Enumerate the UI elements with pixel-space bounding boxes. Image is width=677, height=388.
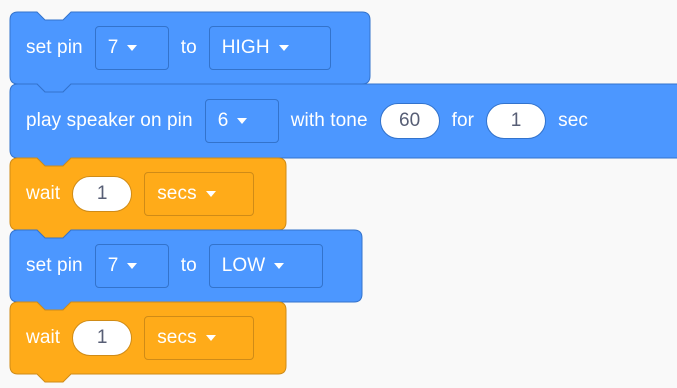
state-value: HIGH xyxy=(221,37,270,58)
dropdown-arrow-icon xyxy=(274,263,285,269)
wait-unit-value: secs xyxy=(157,327,197,348)
set-pin-low-block[interactable]: set pin 7 to LOW xyxy=(26,244,335,288)
state-dropdown[interactable]: HIGH xyxy=(208,26,331,70)
to-label: to xyxy=(180,37,197,58)
wait-amount-input[interactable]: 1 xyxy=(72,176,133,212)
speaker-pin-dropdown[interactable]: 6 xyxy=(204,99,279,143)
dropdown-arrow-icon xyxy=(205,191,216,197)
pin-value: 7 xyxy=(107,255,119,276)
to-label: to xyxy=(180,255,197,276)
play-speaker-label: play speaker on pin xyxy=(26,110,193,131)
dropdown-arrow-icon xyxy=(237,118,248,124)
set-pin-label: set pin xyxy=(26,37,83,58)
with-tone-label: with tone xyxy=(290,110,368,131)
pin-dropdown[interactable]: 7 xyxy=(94,26,169,70)
wait-label: wait xyxy=(26,327,61,348)
tone-input[interactable]: 60 xyxy=(379,103,440,139)
dropdown-arrow-icon xyxy=(127,263,138,269)
for-label: for xyxy=(451,110,475,131)
wait-unit-value: secs xyxy=(157,183,197,204)
duration-input[interactable]: 1 xyxy=(486,103,547,139)
play-speaker-block[interactable]: play speaker on pin 6 with tone 60 for 1… xyxy=(26,99,600,143)
dropdown-arrow-icon xyxy=(127,45,138,51)
set-pin-high-block[interactable]: set pin 7 to HIGH xyxy=(26,26,343,70)
wait-block-1[interactable]: wait 1 secs xyxy=(26,172,266,216)
pin-dropdown[interactable]: 7 xyxy=(94,244,169,288)
dropdown-arrow-icon xyxy=(278,45,289,51)
sec-label: sec xyxy=(558,110,588,131)
pin-value: 7 xyxy=(107,37,119,58)
wait-block-2[interactable]: wait 1 secs xyxy=(26,316,266,360)
set-pin-label: set pin xyxy=(26,255,83,276)
wait-unit-dropdown[interactable]: secs xyxy=(144,172,255,216)
speaker-pin-value: 6 xyxy=(217,110,229,131)
wait-unit-dropdown[interactable]: secs xyxy=(144,316,255,360)
wait-label: wait xyxy=(26,183,61,204)
wait-amount-input[interactable]: 1 xyxy=(72,320,133,356)
state-value: LOW xyxy=(221,255,266,276)
state-dropdown[interactable]: LOW xyxy=(208,244,323,288)
dropdown-arrow-icon xyxy=(205,335,216,341)
